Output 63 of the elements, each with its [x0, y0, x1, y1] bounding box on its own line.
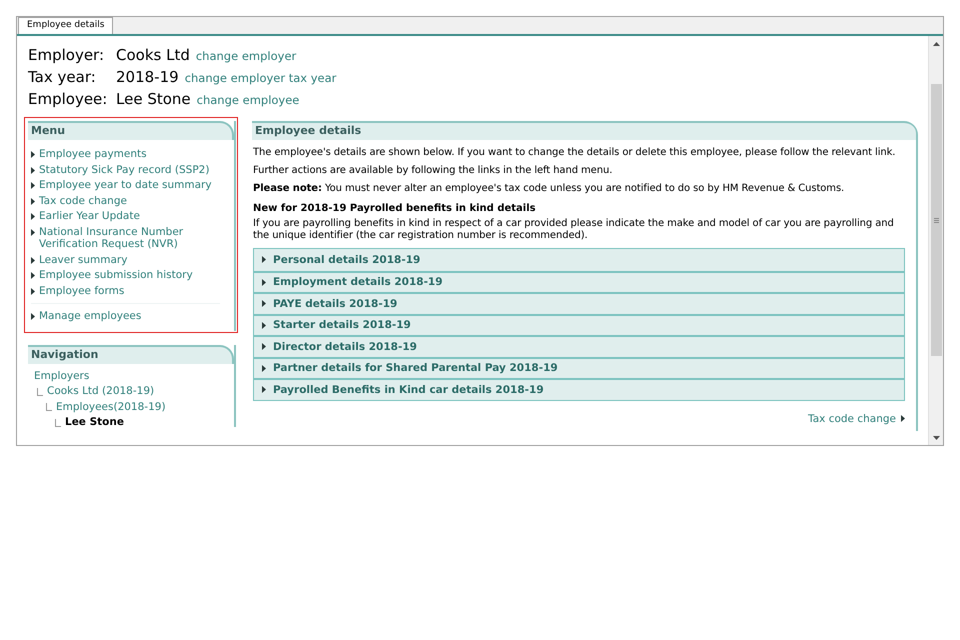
menu-link[interactable]: Employee year to date summary: [31, 179, 234, 192]
field-label: Employer:: [28, 46, 106, 65]
paragraph: Please note: You must never alter an employee's tax code unless you are notified to do so by HM Revenue & Customs.: [253, 182, 846, 196]
triangle-icon: [31, 272, 35, 279]
triangle-icon: [901, 415, 905, 422]
triangle-icon: [31, 313, 35, 320]
section-header[interactable]: Payrolled Benefits in Kind car details 2018-19: [254, 378, 904, 400]
next-link[interactable]: Tax code change: [808, 412, 905, 424]
panel-title: Employee details: [255, 123, 362, 140]
link[interactable]: change employee: [196, 92, 300, 110]
triangle-icon: [262, 343, 266, 350]
grip-icon: [934, 218, 938, 222]
field-value: Cooks Ltd: [116, 46, 190, 65]
triangle-icon: [262, 386, 266, 394]
tree-link[interactable]: Cooks Ltd (2018-19): [47, 385, 154, 398]
tree-link[interactable]: Employees(2018-19): [56, 400, 166, 414]
section-header[interactable]: Personal details 2018-19: [254, 249, 904, 270]
menu-link[interactable]: Leaver summary: [31, 254, 234, 266]
menu-link[interactable]: Employee payments: [31, 148, 234, 160]
panel-title: Menu: [31, 123, 66, 140]
triangle-icon: [31, 166, 35, 174]
field-label: Employee:: [28, 90, 108, 109]
triangle-icon: [31, 151, 35, 158]
menu-link[interactable]: Employee forms: [31, 284, 234, 297]
paragraph: The employee's details are shown below. If you want to change the details or delete this employee, please follow the relevant link.: [253, 146, 896, 160]
triangle-icon: [262, 364, 266, 372]
scroll-up-icon[interactable]: [932, 42, 940, 46]
triangle-icon: [31, 228, 35, 236]
menu-link[interactable]: Employee submission history: [31, 269, 234, 282]
section-header[interactable]: Director details 2018-19: [254, 335, 904, 356]
panel-title: Navigation: [31, 346, 98, 363]
paragraph: Further actions are available by following the links in the left hand menu.: [253, 164, 614, 178]
triangle-icon: [262, 256, 266, 264]
tree-link[interactable]: Lee Stone: [65, 416, 124, 430]
triangle-icon: [31, 213, 35, 220]
tab[interactable]: Employee details: [18, 17, 114, 34]
tree-link[interactable]: Employers: [34, 370, 90, 383]
link[interactable]: change employer: [196, 48, 296, 66]
section-header[interactable]: Partner details for Shared Parental Pay 2018-19: [254, 356, 904, 378]
paragraph: If you are payrolling benefits in kind in respect of a car provided please indicate the make and model of car you are payrolling and the unique identifier (the car registration number is recommended).: [253, 218, 895, 242]
triangle-icon: [31, 256, 35, 264]
scroll-down-icon[interactable]: [932, 436, 940, 440]
field-value: 2018-19: [116, 68, 179, 87]
section-header[interactable]: Employment details 2018-19: [254, 270, 904, 292]
triangle-icon: [31, 288, 35, 294]
triangle-icon: [262, 278, 266, 286]
scrollbar-thumb[interactable]: [930, 84, 942, 356]
field-value: Lee Stone: [116, 90, 191, 109]
menu-link[interactable]: Earlier Year Update: [31, 210, 234, 222]
section-header[interactable]: PAYE details 2018-19: [254, 292, 904, 314]
menu-link[interactable]: National Insurance Number Verification Request (NVR): [31, 226, 234, 250]
field-label: Tax year:: [28, 68, 97, 87]
triangle-icon: [262, 300, 266, 308]
section-header[interactable]: Starter details 2018-19: [254, 314, 904, 335]
subheading: New for 2018-19 Payrolled benefits in kind details: [253, 202, 537, 216]
triangle-icon: [31, 198, 35, 204]
menu-link[interactable]: Manage employees: [31, 310, 234, 322]
link[interactable]: change employer tax year: [184, 70, 336, 88]
menu-link[interactable]: Statutory Sick Pay record (SSP2): [31, 164, 234, 176]
triangle-icon: [262, 322, 266, 329]
scrollbar[interactable]: [928, 36, 943, 445]
menu-link[interactable]: Tax code change: [31, 194, 234, 207]
triangle-icon: [31, 182, 35, 189]
